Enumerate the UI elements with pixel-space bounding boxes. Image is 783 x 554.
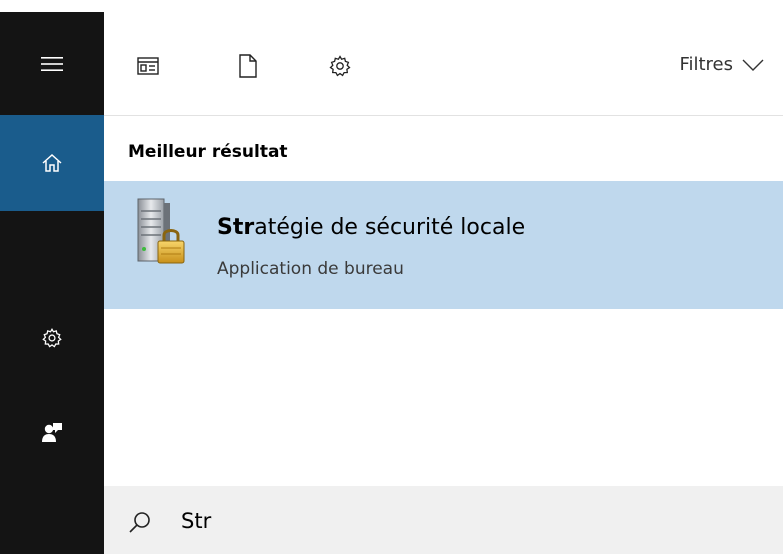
server-lock-icon — [137, 198, 185, 264]
chevron-down-icon — [742, 59, 764, 71]
filter-toolbar: Filtres — [104, 12, 783, 116]
best-match-header: Meilleur résultat — [128, 142, 288, 162]
document-icon — [239, 54, 257, 78]
result-title: Stratégie de sécurité locale — [217, 215, 525, 240]
apps-filter-button[interactable] — [134, 52, 162, 80]
result-title-match: Str — [217, 215, 255, 240]
left-rail — [0, 0, 104, 554]
feedback-icon — [42, 423, 62, 442]
result-title-rest: atégie de sécurité locale — [254, 215, 526, 240]
search-bar — [104, 486, 783, 554]
menu-button[interactable] — [0, 34, 104, 94]
search-input[interactable] — [181, 504, 741, 538]
filters-label: Filtres — [679, 54, 733, 75]
home-icon — [42, 153, 62, 172]
settings-filter-button[interactable] — [326, 52, 354, 80]
settings-button[interactable] — [0, 310, 104, 366]
apps-icon — [137, 57, 159, 75]
feedback-button[interactable] — [0, 404, 104, 460]
result-subtitle: Application de bureau — [217, 259, 404, 279]
home-button[interactable] — [0, 115, 104, 211]
filters-dropdown[interactable]: Filtres — [679, 54, 765, 75]
hamburger-menu-icon — [41, 57, 63, 71]
documents-filter-button[interactable] — [234, 52, 262, 80]
search-icon — [129, 512, 150, 533]
gear-icon — [42, 328, 62, 348]
gear-icon — [329, 55, 351, 77]
rail-top-strip — [0, 0, 104, 12]
best-match-result[interactable]: Stratégie de sécurité locale Application… — [104, 181, 783, 309]
